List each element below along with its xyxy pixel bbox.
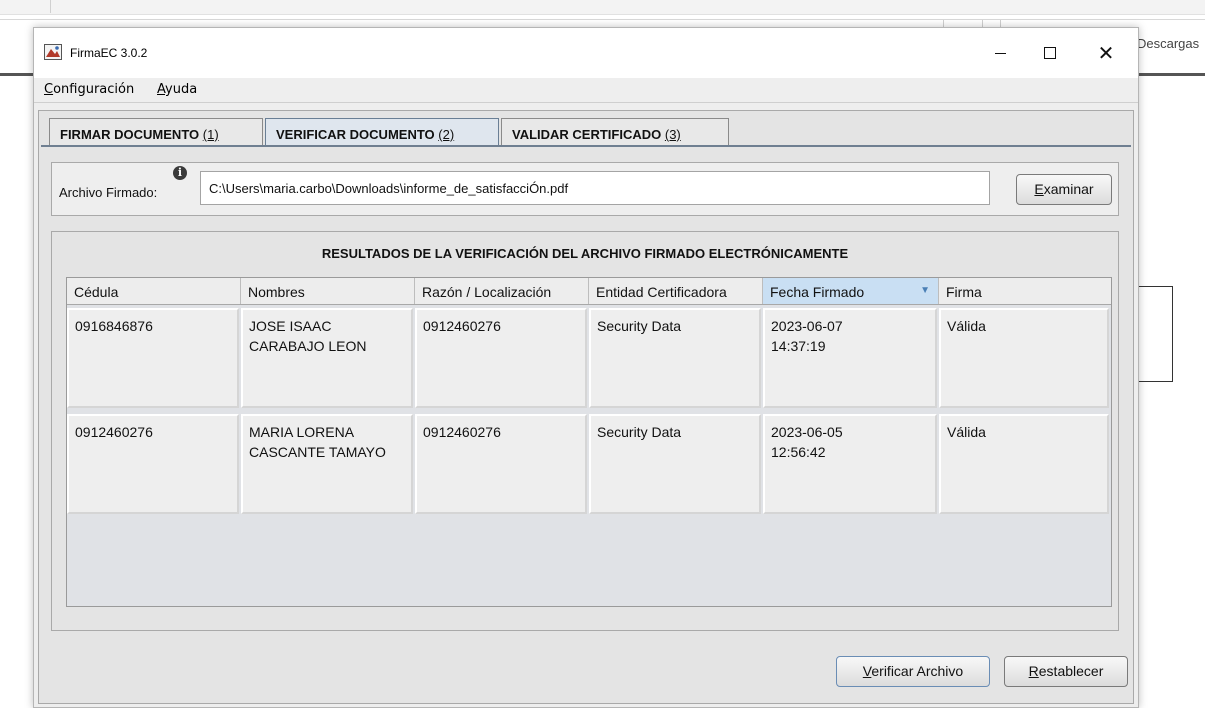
cell-nombres: MARIA LORENA CASCANTE TAMAYO (241, 414, 413, 514)
column-header-cedula[interactable]: Cédula (67, 278, 241, 304)
info-icon[interactable]: i (173, 166, 187, 180)
firmaec-window: FirmaEC 3.0.2 ✕ Configuración Ayuda FIRM… (33, 27, 1139, 708)
tab-shortcut: (3) (664, 127, 681, 142)
tab-validar-certificado[interactable]: VALIDAR CERTIFICADO (3) (501, 118, 729, 145)
archivo-panel: Archivo Firmado: i Examinar (51, 162, 1119, 216)
results-title: RESULTADOS DE LA VERIFICACIÓN DEL ARCHIV… (321, 246, 849, 261)
minimize-icon (994, 52, 1006, 54)
results-panel: RESULTADOS DE LA VERIFICACIÓN DEL ARCHIV… (51, 231, 1119, 631)
button-label: establecer (1038, 663, 1104, 679)
cell-line: MARIA LORENA (249, 424, 355, 440)
cell-razon: 0912460276 (415, 308, 587, 408)
column-header-fecha[interactable]: Fecha Firmado ▼ (763, 278, 939, 304)
examinar-button[interactable]: Examinar (1016, 174, 1112, 205)
tab-firmar-documento[interactable]: FIRMAR DOCUMENTO (1) (49, 118, 263, 145)
cell-nombres: JOSE ISAAC CARABAJO LEON (241, 308, 413, 408)
menu-mnemonic: C (44, 82, 54, 97)
tab-label: VERIFICAR DOCUMENTO (276, 127, 439, 142)
cell-cedula: 0912460276 (67, 414, 239, 514)
background-line (1138, 73, 1205, 76)
restablecer-button[interactable]: Restablecer (1004, 656, 1128, 687)
table-row[interactable]: 0916846876 JOSE ISAAC CARABAJO LEON 09124… (67, 306, 1111, 410)
cell-line: 2023-06-07 (771, 318, 843, 334)
archivo-path-input[interactable] (200, 171, 990, 205)
background-descargas-label: Descargas (1137, 36, 1200, 51)
tab-label: VALIDAR CERTIFICADO (512, 127, 665, 142)
tab-shortcut: (2) (438, 127, 455, 142)
menu-label: yuda (165, 82, 198, 97)
minimize-button[interactable] (977, 28, 1023, 78)
cell-line: 2023-06-05 (771, 424, 843, 440)
cell-cedula: 0916846876 (67, 308, 239, 408)
background-bracket (1138, 286, 1173, 382)
maximize-button[interactable] (1027, 28, 1073, 78)
menu-bar: Configuración Ayuda (34, 78, 1138, 103)
table-header: Cédula Nombres Razón / Localización Enti… (67, 278, 1111, 305)
tab-label: FIRMAR DOCUMENTO (60, 127, 203, 142)
button-label: erificar Archivo (871, 663, 964, 679)
title-bar[interactable]: FirmaEC 3.0.2 ✕ (34, 28, 1138, 78)
button-mnemonic: E (1034, 181, 1044, 197)
cell-firma: Válida (939, 414, 1109, 514)
tab-underline (41, 145, 1131, 147)
cell-line: 14:37:19 (771, 338, 826, 354)
button-label: xaminar (1043, 181, 1094, 197)
button-mnemonic: R (1028, 663, 1039, 679)
window-title: FirmaEC 3.0.2 (70, 46, 148, 60)
archivo-label: Archivo Firmado: (59, 185, 158, 200)
background-top-bar (0, 0, 1205, 15)
cell-line: CASCANTE TAMAYO (249, 444, 386, 460)
verificar-archivo-button[interactable]: Verificar Archivo (836, 656, 990, 687)
menu-label: onfiguración (53, 82, 135, 97)
cell-line: CARABAJO LEON (249, 338, 367, 354)
cell-line: 12:56:42 (771, 444, 826, 460)
menu-ayuda[interactable]: Ayuda (157, 82, 197, 97)
menu-mnemonic: A (157, 82, 166, 97)
column-header-nombres[interactable]: Nombres (241, 278, 415, 304)
tab-shortcut: (1) (202, 127, 219, 142)
menu-configuracion[interactable]: Configuración (44, 82, 134, 97)
column-header-firma[interactable]: Firma (939, 278, 1111, 304)
tab-verificar-documento[interactable]: VERIFICAR DOCUMENTO (2) (265, 118, 499, 145)
column-header-razon[interactable]: Razón / Localización (415, 278, 589, 304)
cell-fecha: 2023-06-05 12:56:42 (763, 414, 937, 514)
cell-line: JOSE ISAAC (249, 318, 332, 334)
cell-fecha: 2023-06-07 14:37:19 (763, 308, 937, 408)
tab-content: Archivo Firmado: i Examinar RESULTADOS D… (41, 152, 1131, 701)
close-button[interactable]: ✕ (1083, 28, 1129, 78)
app-icon (44, 44, 62, 60)
sort-desc-icon: ▼ (920, 285, 930, 296)
cell-entidad: Security Data (589, 308, 761, 408)
results-table: Cédula Nombres Razón / Localización Enti… (66, 277, 1112, 607)
cell-entidad: Security Data (589, 414, 761, 514)
close-icon: ✕ (1097, 42, 1115, 65)
table-row[interactable]: 0912460276 MARIA LORENA CASCANTE TAMAYO 0… (67, 412, 1111, 516)
cell-razon: 0912460276 (415, 414, 587, 514)
column-label: Fecha Firmado (770, 284, 865, 300)
column-header-entidad[interactable]: Entidad Certificadora (589, 278, 763, 304)
maximize-icon (1044, 47, 1056, 59)
cell-firma: Válida (939, 308, 1109, 408)
tab-container: FIRMAR DOCUMENTO (1) VERIFICAR DOCUMENTO… (38, 110, 1134, 704)
background-separator (50, 0, 51, 13)
